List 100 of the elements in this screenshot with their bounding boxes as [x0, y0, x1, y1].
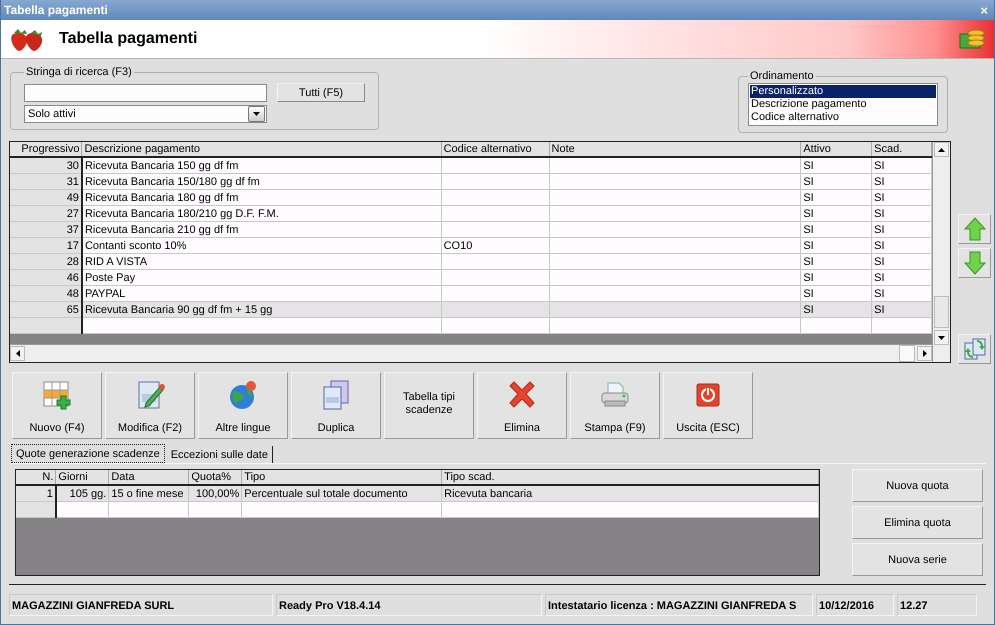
filter-dropdown[interactable]: Solo attivi: [24, 105, 267, 123]
toolbar-button[interactable]: Tabella tipi scadenze: [384, 372, 474, 439]
toolbar-button[interactable]: Altre lingue: [198, 372, 288, 439]
table-row[interactable]: 46 Poste Pay SI SI: [10, 270, 932, 286]
status-field: 10/12/2016: [816, 594, 894, 616]
table-cell: SI: [800, 157, 872, 174]
table-row[interactable]: 27 Ricevuta Bancaria 180/210 gg D.F. F.M. SI SI: [10, 206, 932, 222]
table-cell: Ricevuta Bancaria 210 gg df fm: [82, 222, 442, 238]
status-field: Intestatario licenza : MAGAZZINI GIANFREDA S: [545, 594, 813, 616]
scroll-thumb[interactable]: [899, 345, 916, 362]
globe-icon: [227, 379, 259, 411]
column-header[interactable]: Giorni: [56, 470, 109, 485]
table-cell: Percentuale sul totale documento: [242, 485, 442, 502]
table-cell: Ricevuta Bancaria 180/210 gg D.F. F.M.: [82, 206, 442, 222]
table-cell: 46: [10, 270, 82, 286]
column-header[interactable]: Quota%: [188, 470, 242, 485]
column-header[interactable]: Tipo scad.: [442, 470, 818, 485]
column-header[interactable]: Codice alternativo: [441, 142, 550, 157]
status-field: MAGAZZINI GIANFREDA SURL: [9, 594, 273, 616]
table-cell: 48: [10, 286, 82, 302]
table-row[interactable]: 65 Ricevuta Bancaria 90 gg df fm + 15 gg SI SI: [10, 302, 932, 318]
table-cell: Ricevuta Bancaria 150 gg df fm: [82, 157, 442, 174]
table-row[interactable]: 17 Contanti sconto 10% CO10 SI SI: [10, 238, 932, 254]
table-cell: 28: [10, 254, 82, 270]
dropdown-button[interactable]: [248, 106, 265, 122]
table-cell: Poste Pay: [82, 270, 442, 286]
toolbar-button[interactable]: Stampa (F9): [570, 372, 660, 439]
arrow-down-icon: [964, 251, 986, 275]
status-field: Ready Pro V18.4.14: [276, 594, 542, 616]
table-cell: 37: [10, 222, 82, 238]
app-title: Tabella pagamenti: [59, 30, 198, 48]
table-cell: Ricevuta Bancaria 180 gg df fm: [82, 190, 442, 206]
toolbar-button[interactable]: Modifica (F2): [105, 372, 195, 439]
column-header[interactable]: Progressivo: [10, 142, 82, 157]
list-item[interactable]: Personalizzato: [750, 85, 936, 98]
scroll-left-icon: [16, 350, 20, 357]
scroll-right-icon: [922, 350, 927, 357]
move-down-button[interactable]: [958, 248, 991, 278]
status-field: 12.27: [897, 594, 977, 616]
grid-add-icon: [41, 379, 73, 411]
table-cell: SI: [800, 190, 872, 206]
column-header[interactable]: Scad.: [872, 142, 932, 157]
column-header[interactable]: Attivo: [800, 142, 872, 157]
all-button[interactable]: Tutti (F5): [277, 83, 365, 102]
quota-button[interactable]: Elimina quota: [852, 506, 983, 539]
table-cell: 30: [10, 157, 82, 174]
scroll-thumb[interactable]: [934, 296, 950, 328]
table-cell: SI: [800, 222, 872, 238]
column-header[interactable]: Tipo: [242, 470, 442, 485]
table-cell: Contanti sconto 10%: [82, 238, 442, 254]
table-row[interactable]: 31 Ricevuta Bancaria 150/180 gg df fm SI SI: [10, 174, 932, 190]
search-field[interactable]: [24, 84, 267, 102]
toolbar-button[interactable]: Duplica: [291, 372, 381, 439]
table-cell: SI: [872, 302, 932, 318]
table-cell: Ricevuta Bancaria 150/180 gg df fm: [82, 174, 442, 190]
refresh-button[interactable]: [958, 334, 991, 364]
dropdown-value: Solo attivi: [28, 108, 76, 120]
column-header[interactable]: N.: [16, 470, 56, 485]
group-label: Stringa di ricerca (F3): [25, 66, 133, 78]
table-cell: Ricevuta Bancaria 90 gg df fm + 15 gg: [82, 302, 442, 318]
toolbar-button[interactable]: Nuovo (F4): [12, 372, 102, 439]
column-header[interactable]: Data: [108, 470, 189, 485]
column-header[interactable]: Descrizione pagamento: [82, 142, 442, 157]
move-up-button[interactable]: [958, 214, 991, 244]
table-cell: 65: [10, 302, 82, 318]
toolbar-button[interactable]: Uscita (ESC): [663, 372, 753, 439]
group-label: Ordinamento: [749, 70, 815, 82]
quota-button[interactable]: Nuova serie: [852, 543, 983, 576]
arrow-up-icon: [964, 217, 986, 241]
table-cell: 105 gg.: [56, 485, 109, 502]
table-cell: Ricevuta bancaria: [442, 485, 818, 502]
column-header[interactable]: Note: [549, 142, 801, 157]
scroll-up-icon: [938, 148, 946, 152]
table-cell: 17: [10, 238, 82, 254]
toolbar-button[interactable]: Elimina: [477, 372, 567, 439]
table-cell: SI: [800, 206, 872, 222]
quota-button[interactable]: Nuova quota: [852, 469, 983, 502]
table-row[interactable]: 37 Ricevuta Bancaria 210 gg df fm SI SI: [10, 222, 932, 238]
caret-icon: [253, 112, 260, 116]
table-cell: 31: [10, 174, 82, 190]
tab[interactable]: Quote generazione scadenze: [11, 444, 165, 463]
table-cell: 49: [10, 190, 82, 206]
table-cell: SI: [800, 238, 872, 254]
horizontal-scrollbar[interactable]: [10, 344, 932, 362]
table-cell: CO10: [441, 238, 550, 254]
window-title: Tabella pagamenti: [4, 3, 108, 17]
table-cell: RID A VISTA: [82, 254, 442, 270]
table-cell: SI: [800, 302, 872, 318]
table-row[interactable]: 1 105 gg. 15 o fine mese 100,00% Percentuale sul totale documento Ricevuta bancaria: [16, 485, 818, 502]
table-cell: 1: [16, 485, 56, 502]
table-row[interactable]: 30 Ricevuta Bancaria 150 gg df fm SI SI: [10, 157, 932, 174]
vertical-scrollbar[interactable]: [932, 142, 950, 362]
table-cell: SI: [800, 254, 872, 270]
table-cell: 100,00%: [188, 485, 242, 502]
list-item[interactable]: Descrizione pagamento: [750, 98, 936, 111]
list-item[interactable]: Codice alternativo: [750, 111, 936, 124]
table-row[interactable]: 49 Ricevuta Bancaria 180 gg df fm SI SI: [10, 190, 932, 206]
scroll-down-icon: [938, 336, 946, 340]
table-row[interactable]: 28 RID A VISTA SI SI: [10, 254, 932, 270]
table-cell: 27: [10, 206, 82, 222]
